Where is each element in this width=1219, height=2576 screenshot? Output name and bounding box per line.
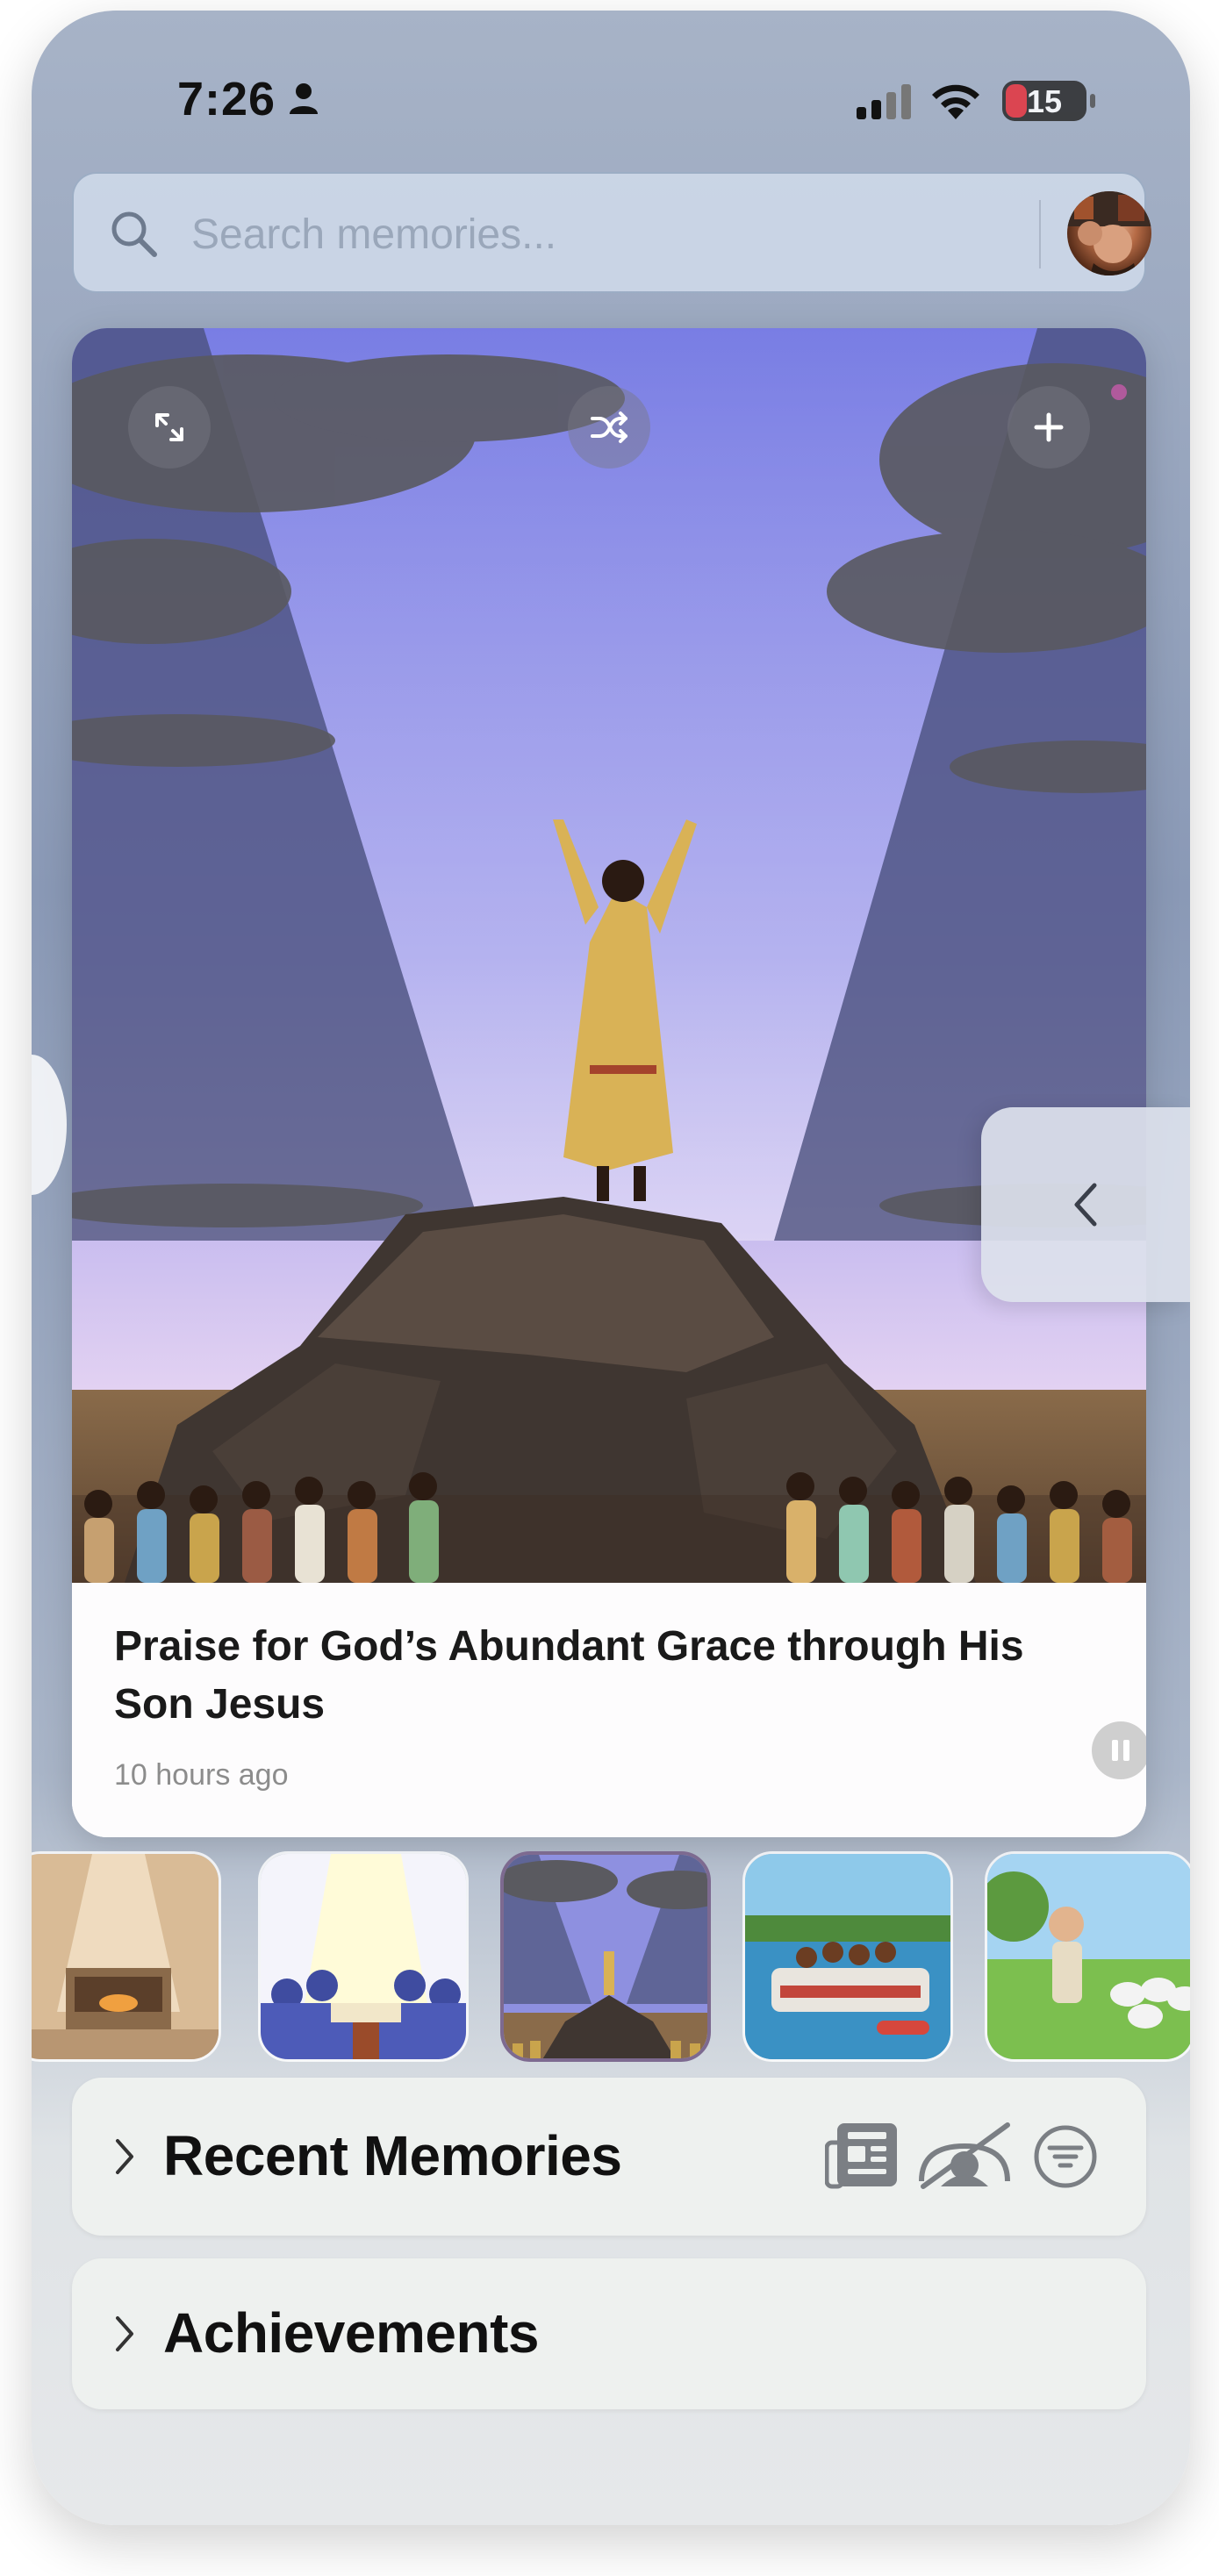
search-bar[interactable] — [72, 172, 1151, 293]
achievements-title: Achievements — [163, 2301, 539, 2365]
battery-icon: 15 — [1002, 81, 1095, 121]
expand-icon — [155, 413, 183, 441]
shuffle-icon — [591, 411, 627, 443]
status-time: 7:26 — [177, 73, 276, 125]
thumbnail-pontoon-boat[interactable] — [742, 1851, 953, 2062]
wifi-icon — [932, 84, 979, 119]
signal-icon — [857, 84, 911, 119]
thumbnail-altar-fire[interactable] — [32, 1851, 221, 2062]
filter-icon[interactable] — [1032, 2123, 1099, 2190]
thumbnail-shepherd-boy[interactable] — [985, 1851, 1190, 2062]
search-input[interactable] — [190, 205, 983, 263]
status-bar: 7:26 15 — [32, 11, 1190, 177]
pause-button[interactable] — [1092, 1721, 1146, 1779]
expand-button[interactable] — [128, 386, 211, 469]
search-divider — [1039, 200, 1041, 268]
chevron-left-icon — [1074, 1183, 1097, 1227]
notification-dot — [1111, 384, 1127, 400]
achievements-section[interactable]: Achievements — [72, 2258, 1146, 2409]
card-info: Praise for God’s Abundant Grace through … — [72, 1583, 1146, 1837]
thumbnail-open-book-light[interactable] — [258, 1851, 469, 2062]
phone-screen: 7:26 15 Search memories... Praise for Go… — [32, 11, 1190, 2525]
chevron-right-icon — [116, 2139, 133, 2174]
shuffle-button[interactable] — [568, 386, 650, 469]
memory-timestamp: 10 hours ago — [114, 1758, 289, 1792]
person-icon — [290, 83, 318, 114]
memory-title: Praise for God’s Abundant Grace through … — [114, 1623, 1024, 1728]
avatar[interactable] — [1067, 191, 1151, 275]
previous-card-peek[interactable] — [32, 1055, 67, 1195]
recent-memories-title: Recent Memories — [163, 2124, 622, 2187]
side-panel-handle[interactable] — [981, 1107, 1190, 1302]
recent-memories-section[interactable]: Recent Memories — [72, 2078, 1146, 2236]
thumbnail-praise-on-rock[interactable] — [500, 1851, 711, 2062]
newspaper-icon[interactable] — [825, 2120, 900, 2190]
featured-memory-card[interactable]: Praise for God’s Abundant Grace through … — [72, 328, 1146, 1837]
pause-icon — [1112, 1740, 1129, 1761]
memory-thumbnail-strip[interactable] — [32, 1851, 1190, 2064]
hidden-eye-icon[interactable] — [916, 2120, 1013, 2190]
battery-level: 15 — [1026, 83, 1063, 119]
chevron-right-icon — [116, 2316, 133, 2351]
featured-memory-image — [72, 328, 1146, 1583]
add-button[interactable] — [1007, 386, 1090, 469]
search-icon — [111, 211, 157, 257]
plus-icon — [1034, 412, 1064, 442]
